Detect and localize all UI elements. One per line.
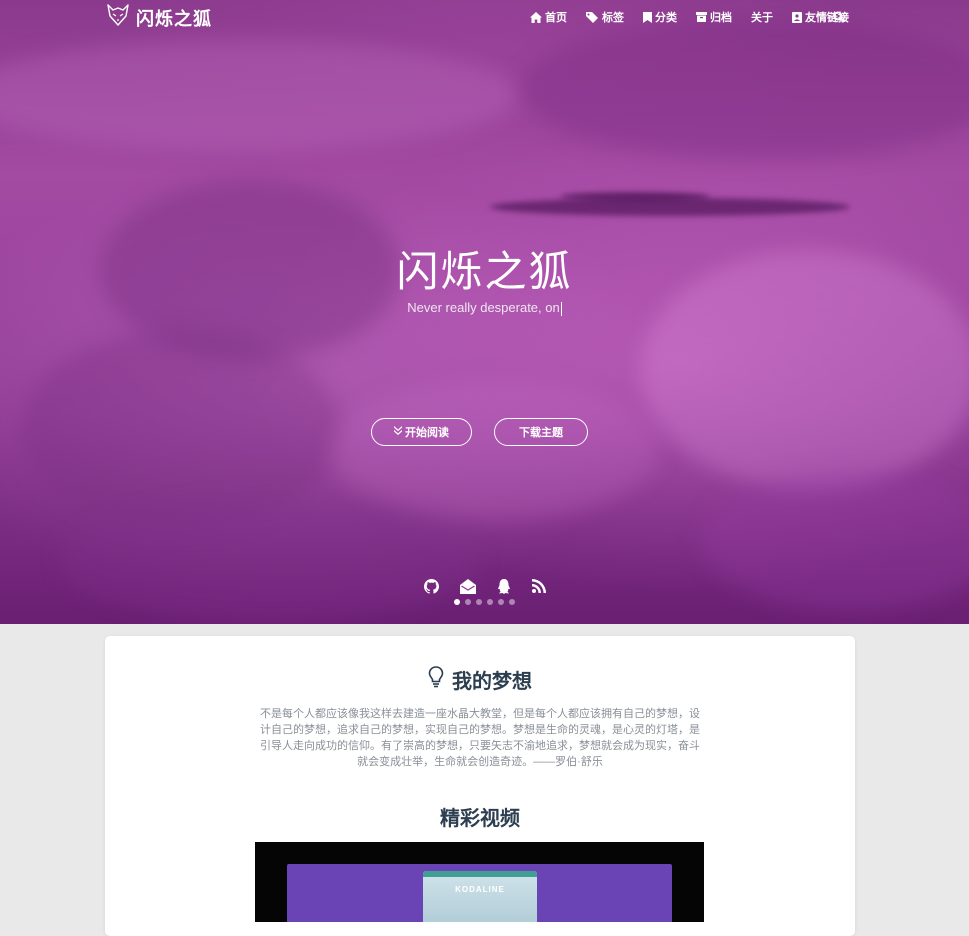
dream-paragraph: 不是每个人都应该像我这样去建造一座水晶大教堂，但是每个人都应该拥有自己的梦想，设…: [260, 708, 700, 768]
fox-logo-icon: [106, 4, 130, 31]
video-heading: 精彩视频: [105, 802, 855, 831]
envelope-icon[interactable]: [459, 579, 476, 599]
nav-item-tags[interactable]: 标签: [586, 9, 624, 25]
github-icon[interactable]: [423, 579, 439, 599]
nav-item-label: 标签: [602, 12, 624, 24]
top-navbar: 闪烁之狐 首页 标签 分类 归档 关于 友情链接: [0, 0, 969, 34]
hero-title: 闪烁之狐: [396, 248, 573, 295]
rss-icon[interactable]: [531, 579, 546, 599]
nav-item-archive[interactable]: 归档: [696, 9, 732, 25]
nav-item-label: 归档: [710, 12, 732, 24]
video-title: 精彩视频: [440, 808, 520, 830]
nav-item-label: 分类: [655, 12, 677, 24]
home-icon: [530, 11, 542, 23]
slide-dot[interactable]: [509, 599, 515, 605]
hero-subtitle-text: Never really desperate, on: [407, 300, 560, 315]
double-chevron-down-icon: [394, 426, 402, 438]
slide-dot[interactable]: [465, 599, 471, 605]
content-card: 我的梦想 不是每个人都应该像我这样去建造一座水晶大教堂，但是每个人都应该拥有自己…: [105, 636, 855, 936]
bookmark-icon: [643, 11, 652, 23]
lightbulb-icon: [428, 665, 444, 694]
social-links: [0, 579, 969, 599]
slide-dot[interactable]: [454, 599, 460, 605]
brand-logo[interactable]: 闪烁之狐: [106, 4, 212, 31]
download-theme-label: 下载主题: [519, 427, 563, 439]
slide-dot[interactable]: [498, 599, 504, 605]
video-thumbnail-title: KODALINE: [455, 885, 505, 894]
nav-menu: 首页 标签 分类 归档 关于 友情链接: [530, 9, 849, 25]
slide-indicators: [0, 599, 969, 605]
address-book-icon: [792, 11, 802, 23]
slide-dot[interactable]: [487, 599, 493, 605]
qq-icon[interactable]: [497, 579, 511, 599]
tags-icon: [586, 11, 599, 23]
nav-item-home[interactable]: 首页: [530, 9, 567, 25]
nav-item-label: 关于: [751, 12, 773, 24]
nav-item-label: 首页: [545, 12, 567, 24]
archive-icon: [696, 12, 707, 22]
typing-cursor: [560, 301, 562, 316]
start-reading-label: 开始阅读: [405, 427, 449, 439]
brand-name: 闪烁之狐: [136, 8, 212, 29]
search-icon[interactable]: [833, 10, 845, 28]
start-reading-button[interactable]: 开始阅读: [371, 418, 472, 446]
slide-dot[interactable]: [476, 599, 482, 605]
nav-item-about[interactable]: 关于: [751, 9, 773, 25]
status-bar: [423, 871, 537, 877]
dream-heading: 我的梦想: [105, 665, 855, 694]
video-player[interactable]: KODALINE: [255, 842, 704, 922]
dream-title: 我的梦想: [452, 671, 532, 693]
hero-subtitle: Never really desperate, on: [0, 300, 969, 316]
video-thumbnail: KODALINE: [423, 871, 537, 922]
nav-item-categories[interactable]: 分类: [643, 9, 677, 25]
download-theme-button[interactable]: 下载主题: [494, 418, 588, 446]
video-frame: KODALINE: [287, 864, 672, 922]
hero-banner: 闪烁之狐 首页 标签 分类 归档 关于 友情链接 闪烁之狐 Never real…: [0, 0, 969, 624]
